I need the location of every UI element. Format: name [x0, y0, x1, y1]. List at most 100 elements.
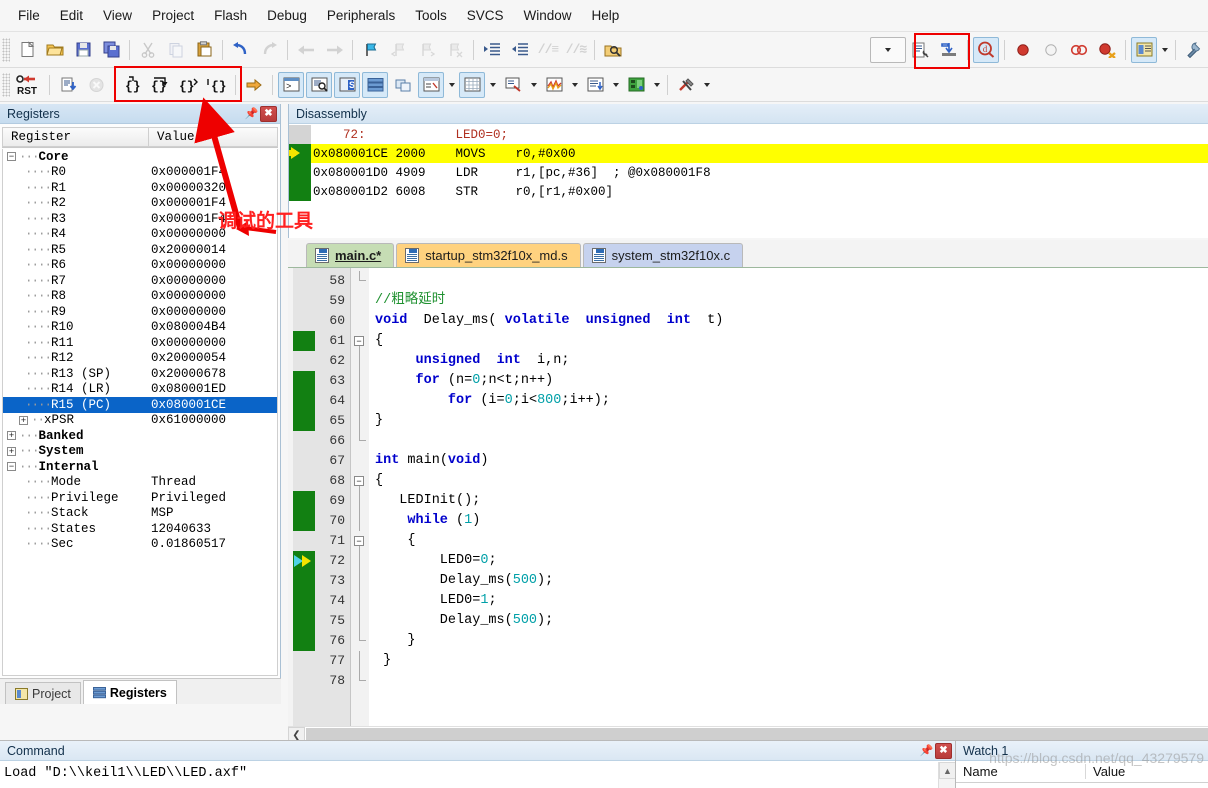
register-row[interactable]: ···· R8 0x00000000	[3, 289, 277, 305]
code-line[interactable]: }	[369, 651, 1208, 671]
analysis-windows-icon[interactable]	[541, 72, 567, 98]
disassembly-source-line[interactable]: 72: LED0=0;	[289, 125, 1208, 144]
close-icon[interactable]: ✖	[935, 742, 952, 759]
editor-tab-main-c-[interactable]: main.c*	[306, 243, 395, 267]
disassembly-instruction-line[interactable]: 0x080001D0 4909 LDR r1,[pc,#36] ; @0x080…	[289, 163, 1208, 182]
code-line[interactable]: for (n=0;n<t;n++)	[369, 371, 1208, 391]
column-header-name[interactable]: Name	[956, 764, 1086, 779]
registers-tree[interactable]: − ··· Core ···· R0 0x000001F4 ···· R1 0x00000320…	[2, 149, 278, 676]
toolbox-icon[interactable]	[673, 72, 699, 98]
undo-icon[interactable]	[228, 37, 254, 63]
register-row[interactable]: ···· Privilege Privileged	[3, 490, 277, 506]
register-group-banked[interactable]: + ··· Banked	[3, 428, 277, 444]
code-line[interactable]: LED0=0;	[369, 551, 1208, 571]
reset-cpu-icon[interactable]: RST	[14, 72, 44, 98]
uncomment-lines-icon[interactable]: //≋	[563, 37, 589, 63]
code-line[interactable]: int main(void)	[369, 451, 1208, 471]
register-row[interactable]: ···· R7 0x00000000	[3, 273, 277, 289]
comment-lines-icon[interactable]: //≡	[535, 37, 561, 63]
register-row[interactable]: ···· R9 0x00000000	[3, 304, 277, 320]
code-line[interactable]: {	[369, 471, 1208, 491]
trace-windows-dropdown[interactable]	[609, 72, 622, 98]
manage-windows-dropdown[interactable]	[1158, 37, 1171, 63]
register-row[interactable]: ···· R0 0x000001F4	[3, 165, 277, 181]
register-row[interactable]: ···· Sec 0.01860517	[3, 537, 277, 553]
code-line[interactable]	[369, 671, 1208, 691]
analysis-windows-dropdown[interactable]	[568, 72, 581, 98]
run-icon[interactable]	[55, 72, 81, 98]
build-target-icon[interactable]	[908, 37, 934, 63]
menu-item-window[interactable]: Window	[513, 4, 581, 27]
register-row[interactable]: ···· Stack MSP	[3, 506, 277, 522]
editor-code-area[interactable]: //粗略延时 void Delay_ms( volatile unsigned i…	[369, 268, 1208, 726]
menu-item-help[interactable]: Help	[582, 4, 630, 27]
register-row[interactable]: ···· R12 0x20000054	[3, 351, 277, 367]
toolbar-grip[interactable]	[2, 72, 10, 97]
column-header-value[interactable]: Value	[1086, 764, 1208, 779]
code-line[interactable]: {	[369, 331, 1208, 351]
code-line[interactable]: void Delay_ms( volatile unsigned int t)	[369, 311, 1208, 331]
disassembly-instruction-line[interactable]: 0x080001CE 2000 MOVS r0,#0x00	[289, 144, 1208, 163]
expander-icon[interactable]: +	[7, 431, 16, 441]
menu-item-svcs[interactable]: SVCS	[457, 4, 514, 27]
register-row[interactable]: ···· R13 (SP) 0x20000678	[3, 366, 277, 382]
register-row[interactable]: ···· R15 (PC) 0x080001CE	[3, 397, 277, 413]
code-line[interactable]: LEDInit();	[369, 491, 1208, 511]
menu-item-file[interactable]: File	[8, 4, 50, 27]
executable-code-marker[interactable]	[293, 491, 315, 531]
stop-icon[interactable]	[83, 72, 109, 98]
code-line[interactable]: //粗略延时	[369, 291, 1208, 311]
bookmark-toggle-icon[interactable]	[358, 37, 384, 63]
trace-windows-icon[interactable]	[582, 72, 608, 98]
bookmark-clear-icon[interactable]	[442, 37, 468, 63]
navigate-forward-icon[interactable]	[321, 37, 347, 63]
register-row[interactable]: ···· R4 0x00000000	[3, 227, 277, 243]
download-to-flash-icon[interactable]	[936, 37, 962, 63]
system-viewer-dropdown[interactable]	[650, 72, 663, 98]
fold-collapse-icon[interactable]: −	[354, 336, 364, 346]
register-row[interactable]: ···· R5 0x20000014	[3, 242, 277, 258]
editor-body[interactable]: 58 59 60 61 62 63 64 65 66 67 68 69 70 71 72 73 74 75 76 77…	[288, 268, 1208, 726]
cut-icon[interactable]	[135, 37, 161, 63]
pin-icon[interactable]: 📌	[918, 742, 935, 759]
step-over-icon[interactable]: {}	[148, 72, 174, 98]
code-line[interactable]: LED0=1;	[369, 591, 1208, 611]
start-stop-debug-icon[interactable]: d	[973, 36, 999, 63]
command-window-icon[interactable]: >	[278, 71, 304, 98]
register-group-core[interactable]: − ··· Core	[3, 149, 277, 165]
register-row[interactable]: ···· Mode Thread	[3, 475, 277, 491]
pin-icon[interactable]: 📌	[243, 105, 260, 122]
menu-item-flash[interactable]: Flash	[204, 4, 257, 27]
disassembly-window-icon[interactable]	[306, 71, 332, 98]
column-header-value[interactable]: Value	[148, 127, 278, 147]
save-icon[interactable]	[70, 37, 96, 63]
code-line[interactable]	[369, 431, 1208, 451]
symbols-window-icon[interactable]: S	[334, 71, 360, 98]
disable-all-breakpoints-icon[interactable]	[1066, 37, 1092, 63]
disable-breakpoint-icon[interactable]	[1038, 37, 1064, 63]
menu-item-edit[interactable]: Edit	[50, 4, 93, 27]
sidebar-tab-project[interactable]: Project	[5, 682, 81, 704]
sidebar-tab-registers[interactable]: Registers	[82, 680, 177, 704]
code-line[interactable]: }	[369, 411, 1208, 431]
toolbar-grip[interactable]	[2, 37, 10, 62]
register-row[interactable]: + ·· xPSR 0x61000000	[3, 413, 277, 429]
serial-windows-icon[interactable]	[500, 72, 526, 98]
manage-windows-icon[interactable]	[1131, 36, 1157, 63]
register-row[interactable]: ···· R2 0x000001F4	[3, 196, 277, 212]
register-row[interactable]: ···· States 12040633	[3, 521, 277, 537]
target-select-dropdown[interactable]	[870, 36, 906, 63]
fold-cell[interactable]: −	[351, 531, 369, 551]
register-row[interactable]: ···· R6 0x00000000	[3, 258, 277, 274]
command-body[interactable]: Load "D:\\keil1\\LED\\LED.axf" ▲	[0, 762, 955, 788]
code-line[interactable]: Delay_ms(500);	[369, 611, 1208, 631]
fold-cell[interactable]: −	[351, 471, 369, 491]
command-vertical-scrollbar[interactable]: ▲	[938, 762, 955, 788]
indent-right-icon[interactable]	[479, 37, 505, 63]
watch-windows-dropdown[interactable]	[445, 72, 458, 98]
menu-item-debug[interactable]: Debug	[257, 4, 317, 27]
run-to-cursor-icon[interactable]: {}	[204, 72, 230, 98]
save-all-icon[interactable]	[98, 37, 124, 63]
bookmark-prev-icon[interactable]	[386, 37, 412, 63]
navigate-back-icon[interactable]	[293, 37, 319, 63]
